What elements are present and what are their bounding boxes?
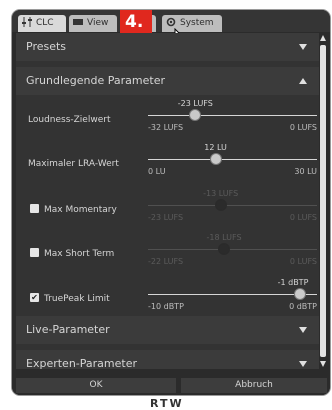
section-presets[interactable]: Presets — [16, 33, 319, 61]
slider-knob[interactable] — [190, 110, 201, 120]
slider-track[interactable] — [148, 159, 317, 160]
tab-view[interactable]: View — [69, 15, 117, 32]
slider-knob[interactable] — [215, 200, 226, 210]
checkbox[interactable] — [30, 204, 39, 213]
param-label: TruePeak Limit — [44, 294, 110, 304]
param-label: Max Short Term — [44, 249, 115, 259]
tab-clc[interactable]: CLC — [18, 15, 66, 32]
checkbox-checked[interactable]: ✔ — [30, 293, 39, 302]
slider-min: -32 LUFS — [148, 123, 184, 132]
slider-min: -10 dBTP — [148, 302, 184, 311]
param-value: -13 LUFS — [203, 189, 239, 198]
param-max-short-term: Max Short Term -18 LUFS -22 LUFS 0 LUFS — [16, 233, 319, 278]
slider-max: 0 LUFS — [289, 123, 317, 132]
monitor-icon — [73, 19, 83, 25]
param-value: 12 LU — [204, 143, 227, 152]
slider-knob[interactable] — [210, 154, 221, 164]
slider-max: 0 dBTP — [289, 302, 317, 311]
slider-min: 0 LU — [148, 167, 166, 176]
section-grundlegende[interactable]: Grundlegende Parameter — [16, 67, 319, 95]
section-experten-title: Experten-Parameter — [26, 357, 137, 369]
slider-max: 30 LU — [294, 167, 317, 176]
slider-track[interactable] — [148, 115, 317, 116]
param-value: -18 LUFS — [206, 233, 242, 242]
slider-max: 0 LUFS — [289, 257, 317, 266]
slider-knob[interactable] — [295, 289, 306, 299]
scroll-up-icon[interactable] — [320, 35, 326, 41]
tab-view-label: View — [87, 18, 109, 28]
checkbox[interactable] — [30, 248, 39, 257]
settings-window: CLC View System 4. Presets Grundlegende … — [12, 10, 330, 395]
param-label: Loudness-Zielwert — [28, 115, 111, 125]
ok-button[interactable]: OK — [16, 378, 176, 393]
scrollbar[interactable] — [319, 33, 327, 369]
slider-track[interactable] — [148, 205, 317, 206]
param-loudness-target: Loudness-Zielwert -23 LUFS -32 LUFS 0 LU… — [16, 99, 319, 144]
param-value: -23 LUFS — [177, 99, 213, 108]
section-experten[interactable]: Experten-Parameter — [16, 350, 319, 369]
cancel-button[interactable]: Abbruch — [181, 378, 327, 393]
tab-clc-label: CLC — [36, 18, 54, 28]
sliders-icon — [22, 17, 32, 27]
settings-panel: Presets Grundlegende Parameter Loudness-… — [16, 33, 319, 369]
tab-bar: CLC View System — [12, 10, 330, 32]
param-label: Maximaler LRA-Wert — [28, 159, 119, 169]
brand-logo: RTW — [150, 397, 184, 410]
chevron-down-icon — [299, 44, 307, 50]
slider-track[interactable] — [148, 294, 317, 295]
param-lra-max: Maximaler LRA-Wert 12 LU 0 LU 30 LU — [16, 143, 319, 188]
section-presets-title: Presets — [26, 40, 67, 53]
tab-system-label: System — [180, 18, 214, 28]
chevron-down-icon — [299, 327, 307, 333]
section-live[interactable]: Live-Parameter — [16, 316, 319, 344]
button-bar: OK Abbruch — [12, 376, 330, 395]
param-label: Max Momentary — [44, 205, 117, 215]
slider-knob[interactable] — [219, 244, 230, 254]
slider-track[interactable] — [148, 249, 317, 250]
param-max-momentary: Max Momentary -13 LUFS -23 LUFS 0 LUFS — [16, 189, 319, 234]
chevron-up-icon — [299, 78, 307, 84]
param-value: -1 dBTP — [277, 278, 309, 287]
slider-max: 0 LUFS — [289, 213, 317, 222]
tab-system[interactable]: System — [162, 15, 222, 32]
section-grundlegende-title: Grundlegende Parameter — [26, 74, 165, 87]
scrollbar-thumb[interactable] — [320, 45, 326, 357]
gear-icon — [166, 17, 176, 27]
slider-min: -23 LUFS — [148, 213, 184, 222]
slider-min: -22 LUFS — [148, 257, 184, 266]
scroll-down-icon[interactable] — [320, 361, 326, 367]
section-live-title: Live-Parameter — [26, 323, 110, 336]
chevron-down-icon — [299, 361, 307, 367]
